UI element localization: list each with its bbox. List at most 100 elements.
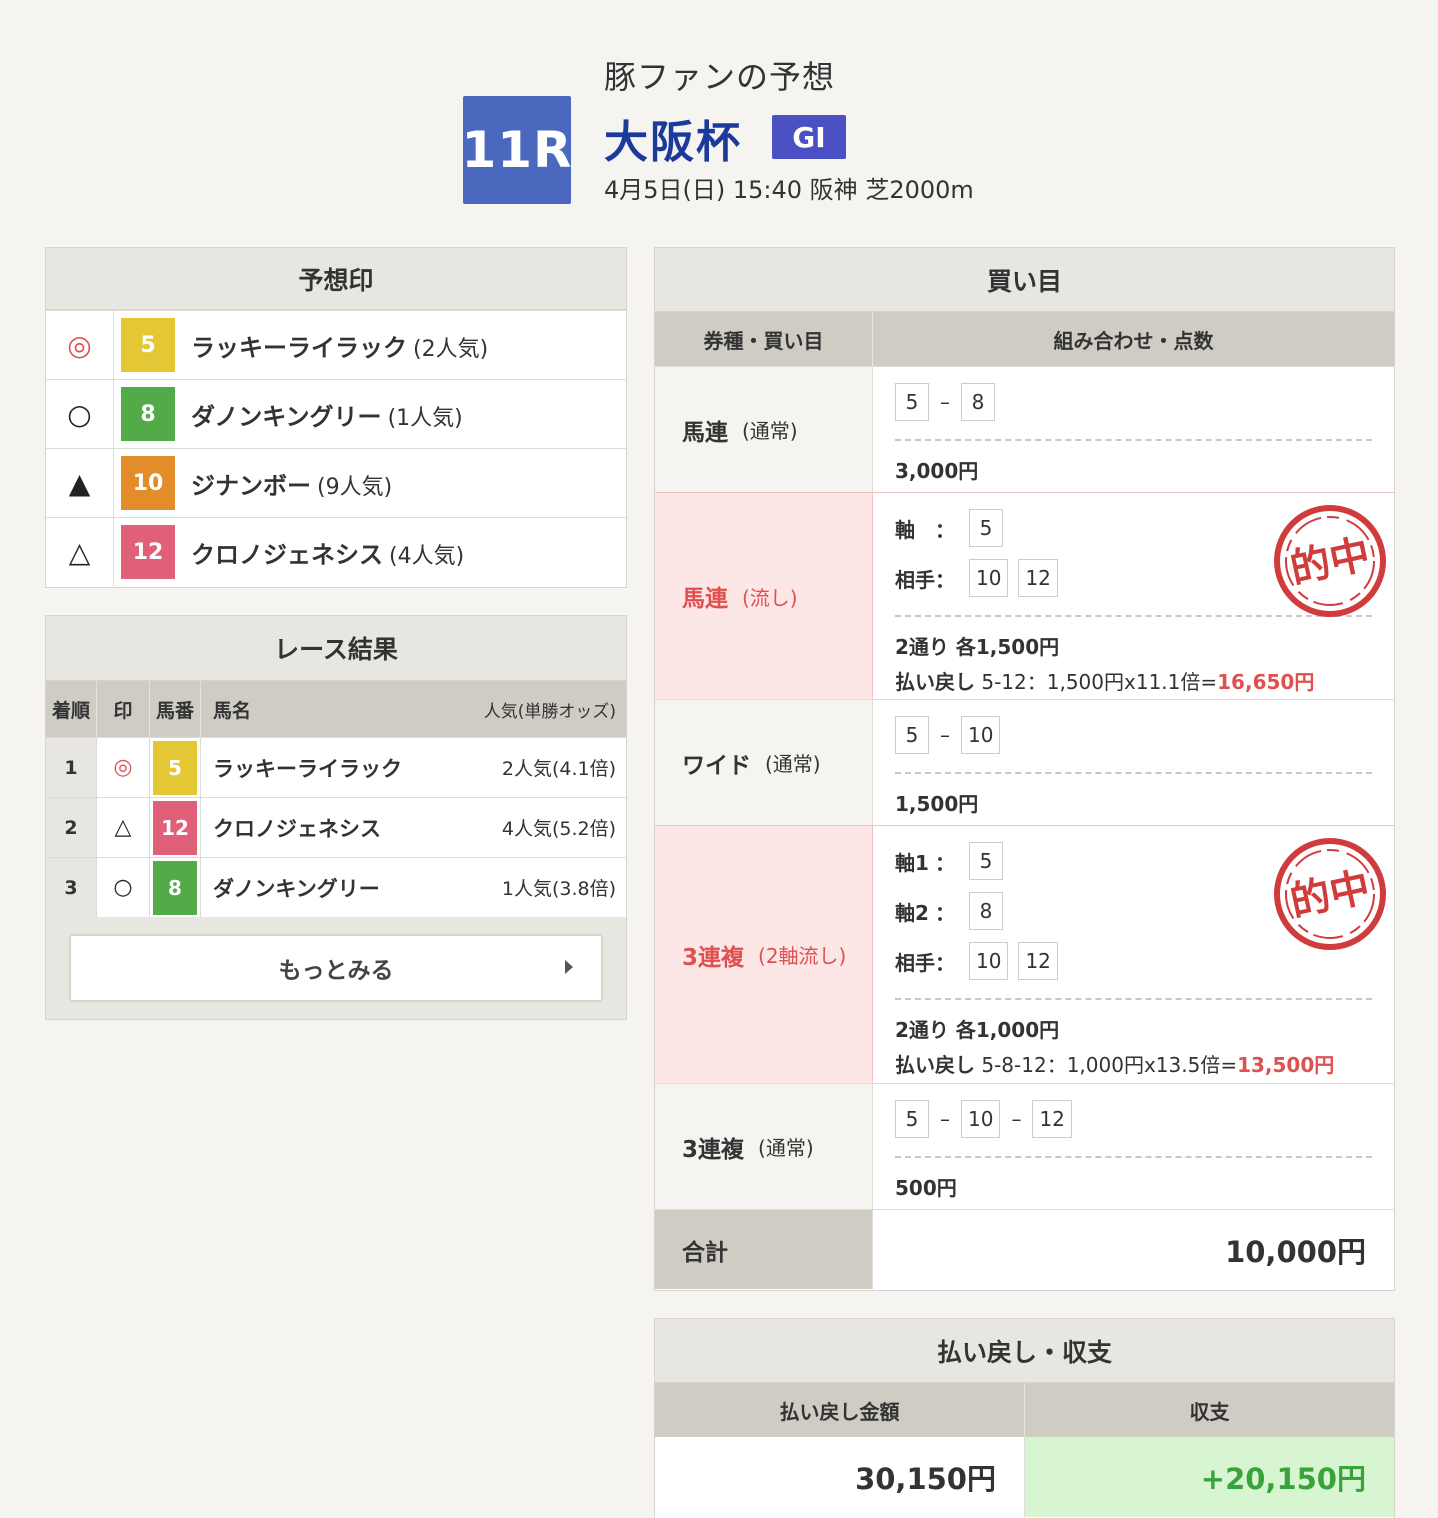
bet-amount: 1,500円 bbox=[895, 792, 979, 816]
results-header: 着順 印 馬番 馬名 人気(単勝オッズ) bbox=[46, 681, 626, 737]
race-name: 大阪杯 bbox=[604, 117, 742, 168]
payout: 払い戻し 5-12：1,500円x11.1倍=16,650円 bbox=[895, 670, 1315, 694]
header-odds: 人気(単勝オッズ) bbox=[483, 701, 616, 722]
popularity: (9人気) bbox=[317, 474, 393, 500]
refund-title: 払い戻し・収支 bbox=[655, 1319, 1394, 1383]
horse-name: ダノンキングリー (1人気) bbox=[191, 402, 463, 431]
prediction-row: ▲ 10 ジナンボー (9人気) bbox=[46, 448, 626, 517]
horse-number-badge: 12 bbox=[153, 800, 197, 855]
prediction-row: ◎ 5 ラッキーライラック (2人気) bbox=[46, 310, 626, 379]
total-label: 合計 bbox=[655, 1210, 873, 1289]
triangle-mark-icon: △ bbox=[97, 798, 150, 857]
prediction-row: ○ 8 ダノンキングリー (1人気) bbox=[46, 379, 626, 448]
horse-box: 10 bbox=[961, 716, 1001, 754]
circle-mark-icon: ○ bbox=[46, 380, 114, 448]
horse-number-badge: 8 bbox=[121, 387, 175, 441]
horse-number-badge: 5 bbox=[153, 740, 197, 795]
bet-amount: 500円 bbox=[895, 1176, 957, 1200]
chevron-right-icon bbox=[565, 960, 573, 974]
double-circle-mark-icon: ◎ bbox=[46, 311, 114, 379]
horse-number-badge: 10 bbox=[121, 456, 175, 510]
partner-label: 相手 bbox=[895, 950, 935, 975]
horse-box: 10 bbox=[969, 559, 1009, 597]
stamp-text: 的中 bbox=[1286, 531, 1374, 593]
bet-row-hit: 馬連 (流し) 軸： 5 相手： 10 12 2通り 各1,500円 払い戻し 5… bbox=[655, 492, 1394, 699]
horse-box: 5 bbox=[969, 509, 1003, 547]
horse-box: 8 bbox=[961, 383, 995, 421]
prediction-title: 予想印 bbox=[46, 248, 626, 310]
bet-row: 馬連 (通常) 5 – 8 3,000円 bbox=[655, 366, 1394, 492]
horse-name: クロノジェネシス (4人気) bbox=[191, 540, 465, 569]
axis1-label: 軸1 bbox=[895, 850, 929, 875]
refund-header: 払い戻し金額 収支 bbox=[655, 1383, 1394, 1437]
header-balance: 収支 bbox=[1189, 1399, 1230, 1424]
bet-type: 3連複 (2軸流し) bbox=[655, 826, 873, 1083]
total-value: 10,000円 bbox=[1225, 1234, 1366, 1269]
odds: 2人気(4.1倍) bbox=[501, 758, 616, 780]
table-row: 3 ○ 8 ダノンキングリー 1人気(3.8倍) bbox=[46, 857, 626, 917]
rank: 3 bbox=[46, 858, 97, 917]
horse-number-badge: 5 bbox=[121, 318, 175, 372]
more-button-label: もっとみる bbox=[278, 958, 394, 984]
stamp-text: 的中 bbox=[1286, 864, 1374, 926]
race-info: 4月5日(日) 15:40 阪神 芝2000m bbox=[604, 176, 974, 204]
hit-stamp-icon: 的中 bbox=[1274, 838, 1386, 950]
horse-box: 10 bbox=[969, 942, 1009, 980]
bets-header: 券種・買い目 組み合わせ・点数 bbox=[655, 312, 1394, 366]
prediction-row: △ 12 クロノジェネシス (4人気) bbox=[46, 517, 626, 586]
horse-box: 5 bbox=[895, 1100, 929, 1138]
header-refund-amount: 払い戻し金額 bbox=[655, 1383, 1025, 1437]
header-combination: 組み合わせ・点数 bbox=[1053, 328, 1214, 353]
bet-row: ワイド (通常) 5 – 10 1,500円 bbox=[655, 699, 1394, 825]
bet-row: 3連複 (通常) 5 – 10 – 12 500円 bbox=[655, 1083, 1394, 1209]
header-name: 馬名 人気(単勝オッズ) bbox=[201, 681, 626, 737]
grade-badge: GI bbox=[772, 115, 846, 159]
horse-box: 8 bbox=[969, 892, 1003, 930]
odds: 4人気(5.2倍) bbox=[501, 818, 616, 840]
more-button[interactable]: もっとみる bbox=[69, 934, 603, 1002]
triangle-mark-icon: △ bbox=[46, 518, 114, 586]
axis2-label: 軸2 bbox=[895, 900, 929, 925]
horse-number-badge: 12 bbox=[121, 525, 175, 579]
table-row: 1 ◎ 5 ラッキーライラック 2人気(4.1倍) bbox=[46, 737, 626, 797]
bet-type: ワイド (通常) bbox=[655, 700, 873, 825]
circle-mark-icon: ○ bbox=[97, 858, 150, 917]
header-bet-type: 券種・買い目 bbox=[655, 312, 873, 366]
horse-name: ラッキーライラック (2人気) bbox=[191, 333, 489, 362]
popularity: (1人気) bbox=[387, 405, 463, 431]
double-circle-mark-icon: ◎ bbox=[97, 738, 150, 797]
popularity: (4人気) bbox=[389, 543, 465, 569]
bet-amount: 2通り 各1,500円 bbox=[895, 635, 1060, 659]
payout-value: 16,650円 bbox=[1217, 670, 1315, 694]
bets-title: 買い目 bbox=[655, 248, 1394, 312]
horse-box: 12 bbox=[1018, 942, 1058, 980]
prediction-panel: 予想印 ◎ 5 ラッキーライラック (2人気) ○ 8 ダノンキングリー (1人気)… bbox=[45, 247, 627, 588]
horse-box: 5 bbox=[895, 383, 929, 421]
partner-label: 相手 bbox=[895, 567, 935, 592]
horse-number-badge: 8 bbox=[153, 860, 197, 915]
race-number-badge: 11R bbox=[461, 96, 572, 204]
bet-type: 馬連 (流し) bbox=[655, 493, 873, 699]
horse-name: クロノジェネシス bbox=[213, 816, 381, 841]
hit-stamp-icon: 的中 bbox=[1274, 505, 1386, 617]
bet-row-hit: 3連複 (2軸流し) 軸1： 5 軸2： 8 相手： 10 12 2通り 各1,0… bbox=[655, 825, 1394, 1083]
bet-amount: 2通り 各1,000円 bbox=[895, 1018, 1060, 1042]
horse-box: 12 bbox=[1032, 1100, 1072, 1138]
header-rank: 着順 bbox=[46, 681, 97, 737]
results-title: レース結果 bbox=[46, 616, 626, 681]
bet-amount: 3,000円 bbox=[895, 459, 979, 483]
results-panel: レース結果 着順 印 馬番 馬名 人気(単勝オッズ) 1 ◎ 5 ラッキーライラ… bbox=[45, 615, 627, 1020]
page-subtitle: 豚ファンの予想 bbox=[604, 58, 836, 96]
horse-name: ラッキーライラック bbox=[213, 756, 402, 781]
total-row: 合計 10,000円 bbox=[655, 1209, 1394, 1289]
horse-box: 5 bbox=[969, 842, 1003, 880]
bets-panel: 買い目 券種・買い目 組み合わせ・点数 馬連 (通常) 5 – 8 3,000円 … bbox=[654, 247, 1395, 1291]
bet-type: 馬連 (通常) bbox=[655, 367, 873, 492]
balance-value: +20,150円 bbox=[1025, 1437, 1394, 1517]
horse-box: 12 bbox=[1018, 559, 1058, 597]
horse-box: 10 bbox=[961, 1100, 1001, 1138]
payout: 払い戻し 5-8-12：1,000円x13.5倍=13,500円 bbox=[895, 1053, 1335, 1077]
axis-label: 軸 bbox=[895, 517, 915, 542]
rank: 1 bbox=[46, 738, 97, 797]
popularity: (2人気) bbox=[413, 336, 489, 362]
